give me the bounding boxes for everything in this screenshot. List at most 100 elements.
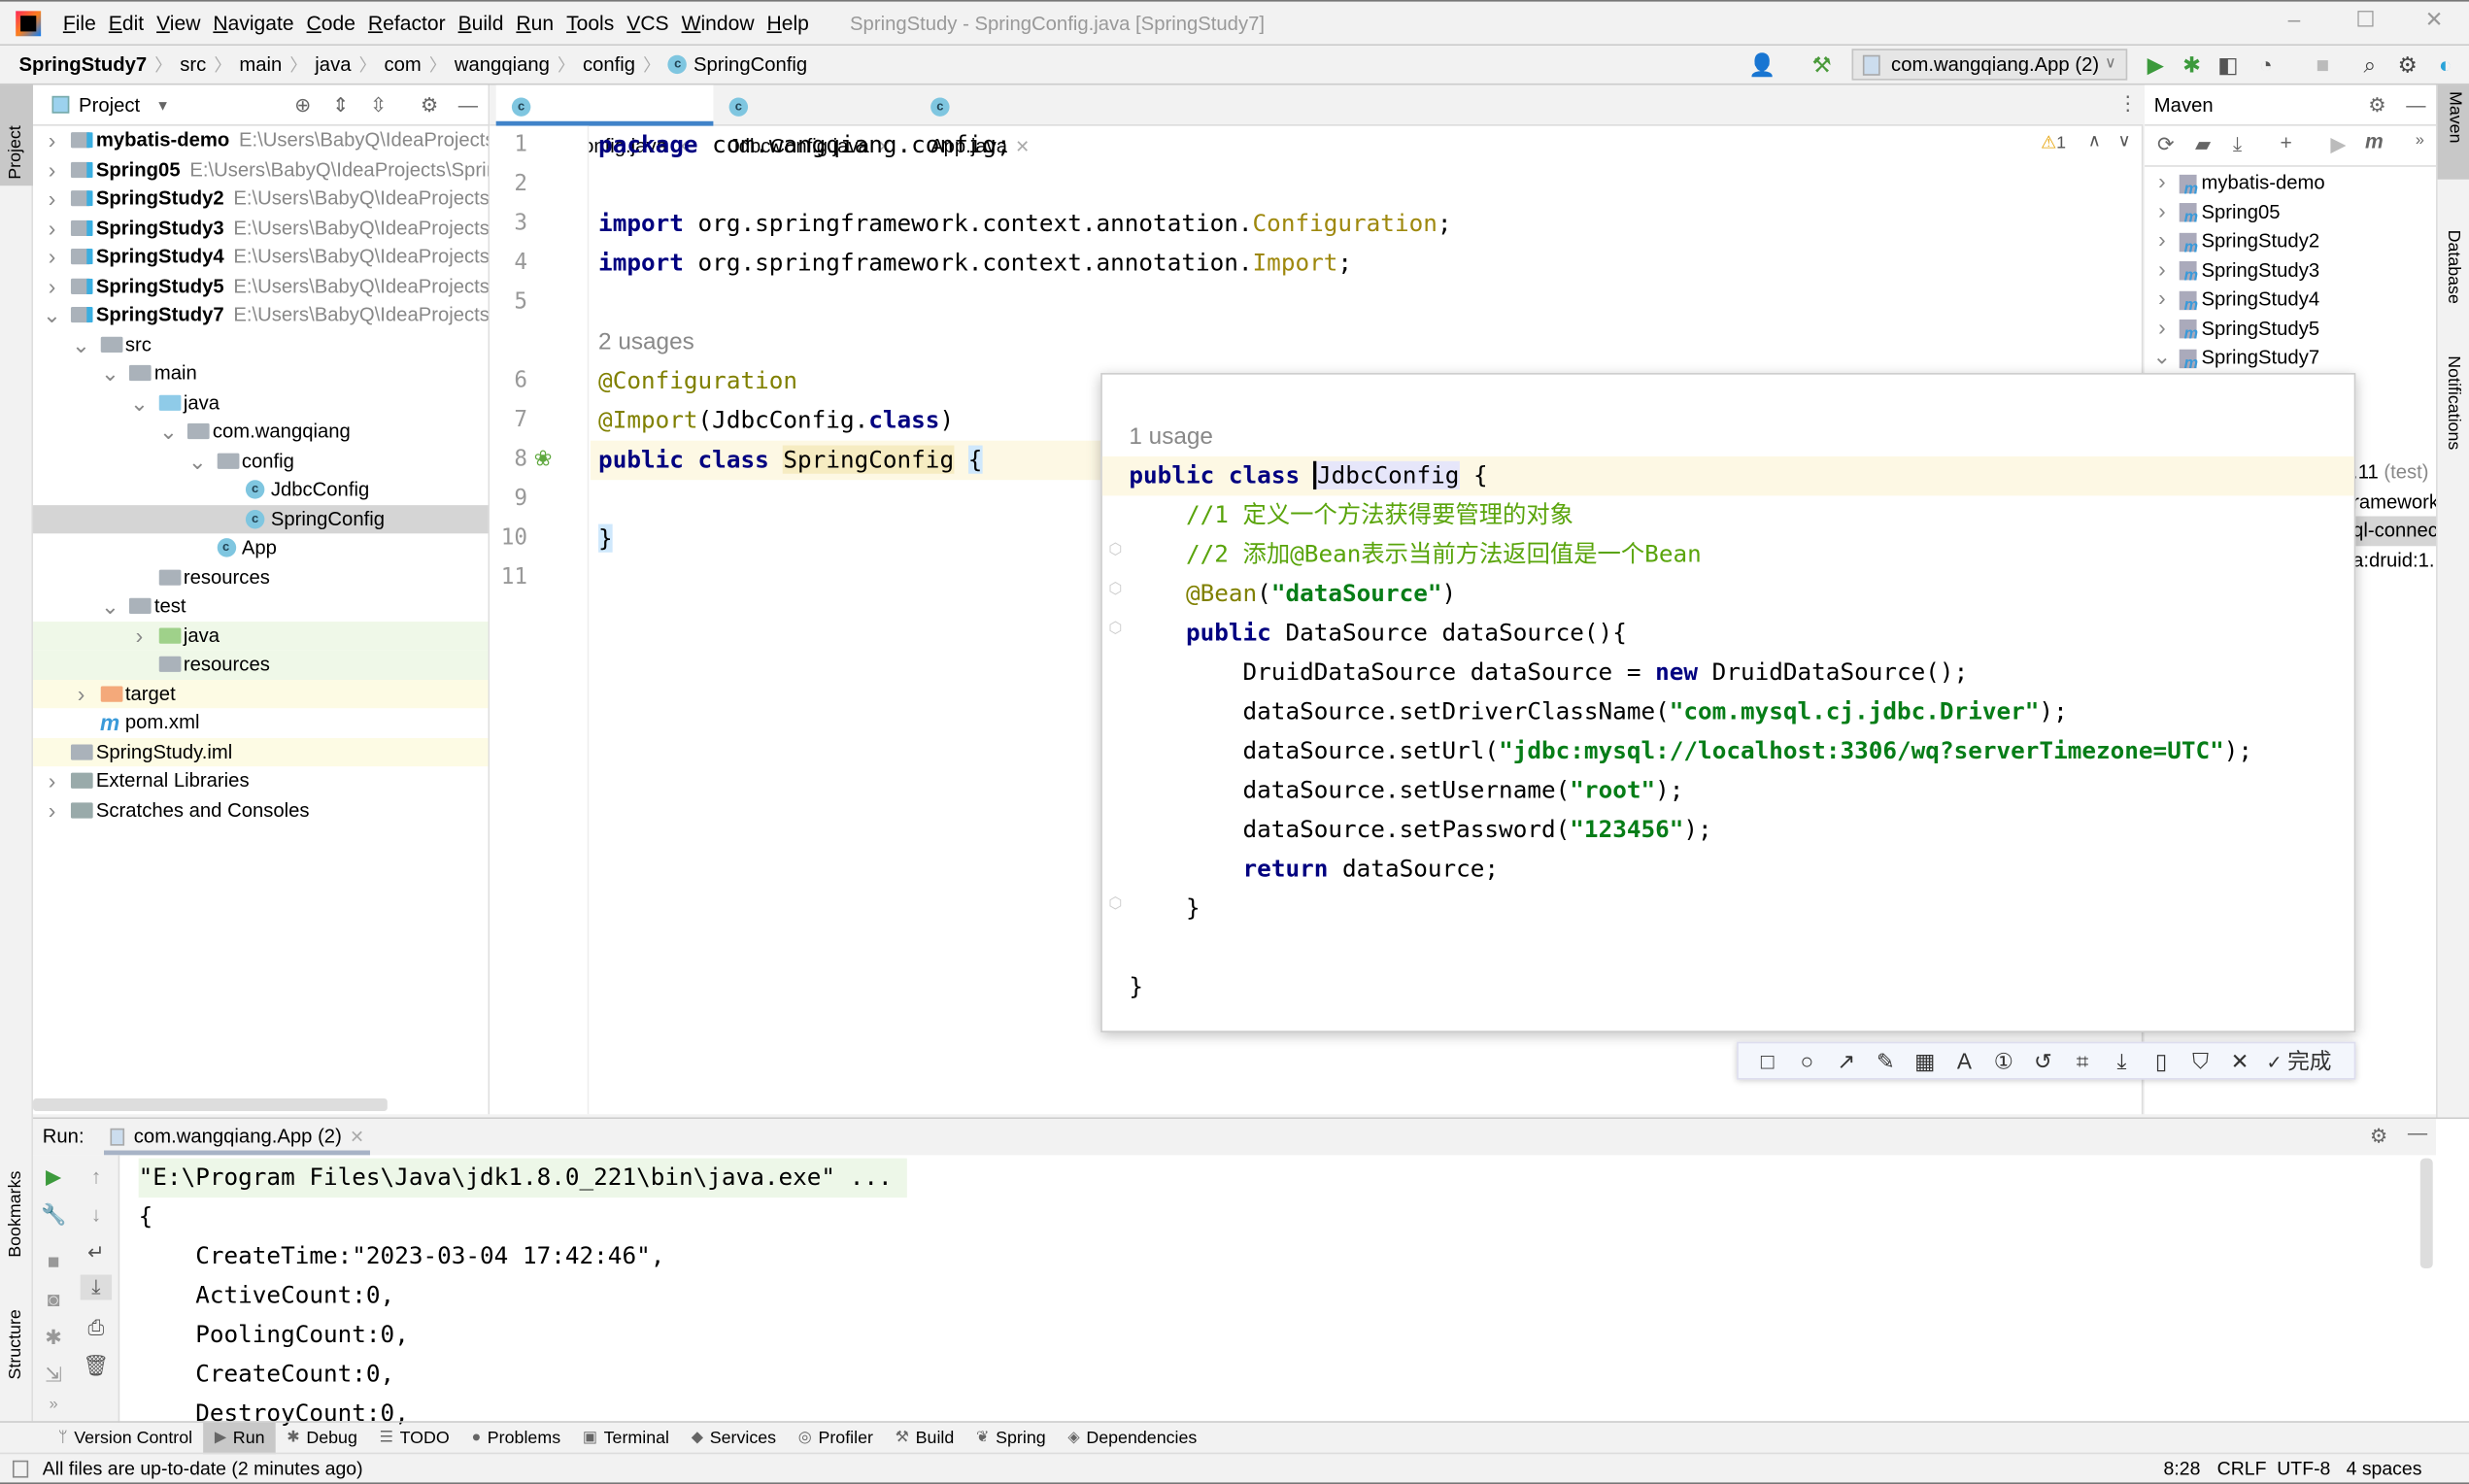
tab-springconfig-java[interactable]: cSpringConfig.java ✕	[495, 84, 714, 157]
menu-tools[interactable]: Tools	[560, 11, 621, 34]
run-icon[interactable]: ▶	[2330, 132, 2346, 157]
tool-tab-run[interactable]: ▶ Run	[203, 1422, 276, 1454]
tree-item[interactable]: SpringStudy.iml	[33, 737, 489, 767]
chevron-down-icon[interactable]: ⌄	[72, 329, 90, 358]
code-line[interactable]: @Import(JdbcConfig.class)	[598, 401, 954, 441]
soft-wrap-icon[interactable]: ↵	[82, 1240, 110, 1265]
code-line[interactable]: @Bean("dataSource")	[1129, 574, 1456, 614]
chevron-down-icon[interactable]: ▼	[155, 97, 169, 113]
chevron-down-icon[interactable]: ⌄	[101, 358, 119, 388]
menu-build[interactable]: Build	[452, 11, 510, 34]
tree-item[interactable]: › External Libraries	[33, 766, 489, 795]
caret-position[interactable]: 8:28	[2164, 1454, 2201, 1484]
breadcrumb-item[interactable]: main	[239, 53, 282, 76]
breadcrumb-item[interactable]: config	[583, 53, 635, 76]
pencil-icon[interactable]: ✎	[1866, 1047, 1906, 1074]
spring-bean-icon[interactable]: ❀	[534, 446, 553, 473]
tree-item[interactable]: ⌄ com.wangqiang	[33, 417, 489, 446]
tree-item[interactable]: ⌄ src	[33, 329, 489, 358]
ocr-icon[interactable]: ⌗	[2063, 1047, 2103, 1074]
maven-project[interactable]: › SpringStudy3	[2145, 254, 2436, 292]
menu-window[interactable]: Window	[675, 11, 761, 34]
print-icon[interactable]: ⎙	[82, 1316, 110, 1341]
stop-icon[interactable]: ■	[40, 1250, 68, 1273]
vcs-user-icon[interactable]: 👤	[1748, 49, 1776, 80]
more-tabs-icon[interactable]: ⋮	[2118, 91, 2138, 116]
scroll-to-end-icon[interactable]: ⤓	[80, 1274, 113, 1300]
previous-highlight-icon[interactable]: ∧	[2088, 130, 2101, 151]
menu-navigate[interactable]: Navigate	[207, 11, 300, 34]
number-icon[interactable]: ①	[1984, 1047, 2024, 1074]
chevron-right-icon[interactable]: ›	[43, 272, 61, 301]
close-icon[interactable]: ✕	[350, 1129, 364, 1147]
chevron-down-icon[interactable]: ⌄	[159, 417, 178, 446]
code-line[interactable]: dataSource.setPassword("123456");	[1129, 811, 1712, 851]
tree-item[interactable]: resources	[33, 650, 489, 680]
tool-tab-version-control[interactable]: ᛘ Version Control	[48, 1422, 204, 1453]
maven-project[interactable]: › SpringStudy4	[2145, 284, 2436, 321]
menu-code[interactable]: Code	[300, 11, 361, 34]
code-line[interactable]: public DataSource dataSource(){	[1129, 614, 1627, 654]
tree-item[interactable]: › SpringStudy4 E:\Users\BabyQ\IdeaProjects…	[33, 243, 489, 272]
chevron-down-icon[interactable]: ⌄	[2145, 342, 2180, 371]
code-line[interactable]: }	[1129, 890, 1201, 929]
maven-project[interactable]: ⌄ SpringStudy7	[2145, 342, 2436, 380]
code-line[interactable]: dataSource.setDriverClassName("com.mysql…	[1129, 692, 2068, 732]
wrench-icon[interactable]: 🔧	[40, 1202, 68, 1228]
bookmark-icon[interactable]: ⛉	[2181, 1047, 2220, 1074]
run-icon[interactable]: ▶	[2142, 49, 2170, 80]
tool-tab-problems[interactable]: ● Problems	[460, 1422, 571, 1453]
jetbrains-ai-icon[interactable]: ◐	[2431, 49, 2459, 80]
run-config-selector[interactable]: com.wangqiang.App (2) ∨	[1851, 49, 2128, 81]
tree-item[interactable]: › SpringStudy5 E:\Users\BabyQ\IdeaProjects…	[33, 272, 489, 301]
gear-icon[interactable]: ⚙	[2368, 93, 2385, 117]
chevron-right-icon[interactable]: ›	[130, 621, 149, 650]
debug-icon[interactable]: ✱	[2178, 49, 2206, 80]
hide-icon[interactable]: —	[2408, 1122, 2427, 1144]
tool-tab-dependencies[interactable]: ◈ Dependencies	[1057, 1422, 1208, 1453]
reload-icon[interactable]: ⟳	[2157, 132, 2175, 157]
menu-file[interactable]: File	[56, 11, 102, 34]
tree-item[interactable]: › mybatis-demo E:\Users\BabyQ\IdeaProjects…	[33, 126, 489, 155]
chevron-right-icon[interactable]: ›	[43, 795, 61, 825]
breadcrumb-item[interactable]: src	[180, 53, 206, 76]
trash-icon[interactable]: 🗑	[82, 1354, 110, 1379]
profiler-icon[interactable]: ◔	[2251, 49, 2280, 80]
tree-item[interactable]: › target	[33, 679, 489, 709]
tab-jdbcconfig-java[interactable]: cJdbcConfig.java ✕	[713, 85, 915, 157]
breadcrumb-item[interactable]: com	[385, 53, 422, 76]
chevron-down-icon[interactable]: ⌄	[43, 300, 61, 329]
stop-icon[interactable]: ■	[2309, 49, 2337, 80]
gear-icon[interactable]: ⚙	[2370, 1124, 2387, 1148]
project-view-selector[interactable]: Project	[79, 93, 140, 116]
chevron-right-icon[interactable]: ›	[72, 679, 90, 708]
code-line[interactable]: package com.wangqiang.config;	[598, 126, 1011, 166]
tree-item[interactable]: c App	[33, 533, 489, 562]
chevron-right-icon[interactable]: ›	[2145, 225, 2180, 254]
arrow-icon[interactable]: ↗	[1827, 1047, 1867, 1074]
code-line[interactable]: public class SpringConfig {	[598, 441, 983, 481]
chevron-right-icon[interactable]: ›	[43, 214, 61, 243]
code-line[interactable]: }	[598, 520, 613, 559]
rerun-icon[interactable]: ▶	[40, 1164, 68, 1190]
tree-item[interactable]: c SpringConfig	[33, 504, 489, 534]
code-line[interactable]: }	[1129, 968, 1143, 1008]
menu-refactor[interactable]: Refactor	[361, 11, 452, 34]
chevron-right-icon[interactable]: ›	[2145, 313, 2180, 342]
maven-dependency[interactable]: ql-connec	[2352, 516, 2436, 546]
tree-item[interactable]: › java	[33, 621, 489, 651]
fold-icon[interactable]: ⬡	[1108, 541, 1122, 558]
file-encoding[interactable]: UTF-8	[2277, 1454, 2330, 1484]
usages-hint[interactable]: 2 usages	[598, 322, 694, 362]
code-line[interactable]: import org.springframework.context.annot…	[598, 205, 1451, 245]
breadcrumb-item[interactable]: wangqiang	[455, 53, 550, 76]
tab-app-java[interactable]: cApp.java ✕	[915, 85, 1044, 157]
pin-icon[interactable]: ▯	[2142, 1047, 2182, 1074]
more-icon[interactable]: »	[2416, 132, 2424, 150]
tool-tab-profiler[interactable]: ◎ Profiler	[787, 1422, 884, 1453]
tool-tab-maven[interactable]: Maven	[2437, 84, 2469, 180]
menu-vcs[interactable]: VCS	[621, 11, 675, 34]
usage-hint[interactable]: 1 usage	[1129, 417, 1213, 456]
status-icon[interactable]	[12, 1460, 29, 1478]
menu-edit[interactable]: Edit	[102, 11, 150, 34]
